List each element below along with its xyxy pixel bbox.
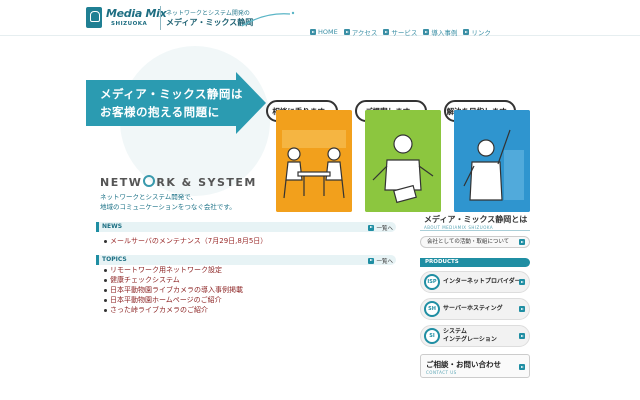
arrow-right-icon <box>463 29 470 35</box>
logo-text[interactable]: Media Mix <box>106 7 167 20</box>
swoosh-decoration-icon <box>241 11 295 27</box>
topics-item[interactable]: 日本平動物園ライブカメラの導入事例掲載 <box>104 285 243 295</box>
logo-subtext: SHIZUOKA <box>111 21 148 27</box>
arrow-right-icon <box>519 333 525 339</box>
illustration-propose-panel <box>365 110 441 212</box>
product-isp-button[interactable]: ISP インターネットプロバイダー <box>420 271 530 293</box>
people-meeting-icon <box>276 110 352 212</box>
topics-item[interactable]: さった峠ライブカメラのご紹介 <box>104 305 243 315</box>
si-badge-icon: SI <box>424 328 440 344</box>
arrow-right-icon <box>383 29 390 35</box>
hero-title-line1: メディア・ミックス静岡は <box>100 87 243 101</box>
news-list: メールサーバのメンテナンス（7月29日,8月5日） <box>104 236 267 246</box>
news-header-bar: NEWS 一覧へ <box>96 222 396 232</box>
tagline-small: ネットワークとシステム開発の <box>166 10 250 17</box>
hero-section: メディア・ミックス静岡は お客様の抱える問題に 相談に乗ります。 ご提案します。… <box>0 36 640 212</box>
topics-item[interactable]: リモートワーク用ネットワーク設定 <box>104 265 243 275</box>
topics-more-link[interactable]: 一覧へ <box>368 257 393 265</box>
sh-badge-icon: SH <box>424 301 440 317</box>
site-header: Media Mix SHIZUOKA ネットワークとシステム開発の メディア・ミ… <box>0 0 640 37</box>
news-more-link[interactable]: 一覧へ <box>368 224 393 232</box>
person-pointing-icon <box>454 110 530 212</box>
arrow-right-icon <box>519 279 525 285</box>
header-divider <box>160 6 161 30</box>
network-system-heading: NETW RK & SYSTEM <box>100 175 257 189</box>
hero-arrow-banner-icon <box>86 72 266 134</box>
contact-title: ご相談・お問い合わせ <box>426 360 501 369</box>
arrow-right-icon <box>368 257 375 264</box>
logo-emblem-icon[interactable] <box>86 7 102 28</box>
arrow-right-icon <box>519 364 525 370</box>
hero-title-line2: お客様の抱える問題に <box>100 105 220 119</box>
topics-header-bar: TOPICS 一覧へ <box>96 255 396 265</box>
arrow-right-icon <box>343 29 350 35</box>
product-label: サーバーホスティング <box>443 305 503 312</box>
topics-item[interactable]: 健康チェックシステム <box>104 275 243 285</box>
topics-list: リモートワーク用ネットワーク設定 健康チェックシステム 日本平動物園ライブカメラ… <box>104 265 243 315</box>
topics-label: TOPICS <box>102 256 127 263</box>
product-label: システム インテグレーション <box>443 328 497 343</box>
illustration-solve-panel <box>454 110 530 212</box>
about-activities-link[interactable]: 会社としての活動・取組について <box>420 236 530 248</box>
person-presenting-icon <box>365 110 441 212</box>
contact-button[interactable]: ご相談・お問い合わせ CONTACT US <box>420 354 530 378</box>
network-o-ring-icon <box>143 175 156 187</box>
hero-subtitle-line2: 地域のコミュニケーションをつなぐ会社です。 <box>100 203 236 211</box>
product-si-button[interactable]: SI システム インテグレーション <box>420 325 530 347</box>
hero-subtitle-line1: ネットワークとシステム開発で、 <box>100 193 198 201</box>
arrow-right-icon <box>423 29 430 35</box>
topics-item[interactable]: 日本平動物園ホームページのご紹介 <box>104 295 243 305</box>
isp-badge-icon: ISP <box>424 274 440 290</box>
contact-subtitle: CONTACT US <box>426 370 457 375</box>
arrow-right-icon <box>368 224 375 231</box>
about-title: メディア・ミックス静岡とは <box>424 215 528 224</box>
news-label: NEWS <box>102 223 123 230</box>
arrow-right-icon <box>519 239 525 245</box>
products-header: PRODUCTS <box>420 258 530 267</box>
product-label: インターネットプロバイダー <box>443 278 521 285</box>
product-hosting-button[interactable]: SH サーバーホスティング <box>420 298 530 320</box>
about-divider <box>420 230 530 231</box>
illustration-consult-panel <box>276 110 352 212</box>
arrow-right-icon <box>519 306 525 312</box>
arrow-right-icon <box>310 29 316 35</box>
news-item[interactable]: メールサーバのメンテナンス（7月29日,8月5日） <box>104 236 267 246</box>
